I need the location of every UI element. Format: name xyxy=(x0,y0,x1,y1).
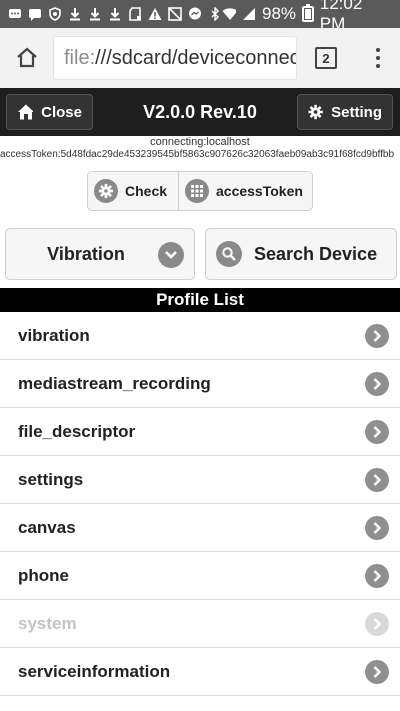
tab-switcher-button[interactable]: 2 xyxy=(296,28,356,88)
profile-list-item[interactable]: mediastream_recording xyxy=(0,360,400,408)
warning-icon xyxy=(148,7,162,21)
profile-item-label: file_descriptor xyxy=(18,421,136,441)
home-icon xyxy=(17,47,37,68)
url-scheme: file: xyxy=(64,46,96,69)
menu-dot-icon xyxy=(376,48,380,52)
search-device-label: Search Device xyxy=(254,243,378,264)
check-button[interactable]: Check xyxy=(88,172,178,210)
access-token-button[interactable]: accessToken xyxy=(178,172,312,210)
menu-dot-icon xyxy=(376,64,380,68)
profile-item-label: system xyxy=(18,613,77,633)
chevron-right-icon xyxy=(365,468,389,492)
profile-list-item[interactable]: serviceinformation xyxy=(0,648,400,696)
browser-toolbar: file:///sdcard/deviceconnect 2 xyxy=(0,28,400,89)
gear-icon xyxy=(308,104,323,120)
chevron-right-icon xyxy=(365,612,389,636)
profile-item-label: phone xyxy=(18,565,69,585)
setting-label: Setting xyxy=(331,103,382,121)
profile-list-item[interactable]: settings xyxy=(0,456,400,504)
close-label: Close xyxy=(41,103,82,121)
profile-list-item[interactable]: file_descriptor xyxy=(0,408,400,456)
url-path: ///sdcard/deviceconnect xyxy=(95,46,296,69)
access-token-label: accessToken xyxy=(216,183,303,199)
profile-select-value: Vibration xyxy=(47,243,125,264)
profile-list-item: system xyxy=(0,600,400,648)
access-token-text: accessToken:5d48fdac29de453239545bf5863c… xyxy=(0,149,395,160)
search-icon xyxy=(216,241,242,267)
menu-dot-icon xyxy=(376,56,380,60)
status-bar: 98% 12:02 PM xyxy=(0,0,400,33)
url-field[interactable]: file:///sdcard/deviceconnect xyxy=(54,37,296,79)
download-icon xyxy=(68,7,82,21)
profile-item-label: serviceinformation xyxy=(18,661,171,681)
profile-item-label: settings xyxy=(18,469,84,489)
chevron-down-icon xyxy=(158,242,184,268)
sd-card-icon xyxy=(128,7,142,21)
profile-list-header: Profile List xyxy=(0,288,400,312)
profile-list-item[interactable]: vibration xyxy=(0,312,400,360)
gear-icon xyxy=(94,179,118,203)
profile-select[interactable]: Vibration xyxy=(5,228,195,280)
download-icon xyxy=(88,7,102,21)
bluetooth-icon xyxy=(208,7,222,21)
chevron-right-icon xyxy=(365,660,389,684)
chevron-right-icon xyxy=(365,324,389,348)
home-icon xyxy=(18,104,34,120)
search-device-button[interactable]: Search Device xyxy=(205,228,397,280)
battery-percent: 98% xyxy=(262,4,297,23)
shield-icon xyxy=(48,7,62,21)
check-label: Check xyxy=(125,183,168,199)
chevron-right-icon xyxy=(365,420,389,444)
no-image-icon xyxy=(168,7,182,21)
profile-item-label: mediastream_recording xyxy=(18,373,211,393)
setting-button[interactable]: Setting xyxy=(297,94,393,130)
chevron-right-icon xyxy=(365,372,389,396)
tab-count: 2 xyxy=(315,47,337,69)
profile-item-label: vibration xyxy=(18,325,90,345)
messenger-icon xyxy=(188,7,202,21)
home-button[interactable] xyxy=(0,28,54,88)
overflow-menu-button[interactable] xyxy=(356,28,400,88)
profile-list-item[interactable]: phone xyxy=(0,552,400,600)
grid-icon xyxy=(185,179,209,203)
chat-icon xyxy=(28,7,42,21)
wifi-icon xyxy=(222,7,236,21)
download-icon xyxy=(108,7,122,21)
chevron-right-icon xyxy=(365,516,389,540)
battery-icon xyxy=(302,4,314,22)
check-token-button-group: Check accessToken xyxy=(87,171,313,211)
close-button[interactable]: Close xyxy=(6,94,93,130)
messages-icon xyxy=(8,7,22,21)
chevron-right-icon xyxy=(365,564,389,588)
profile-item-label: canvas xyxy=(18,517,76,537)
profile-list-item[interactable]: canvas xyxy=(0,504,400,552)
profile-list: vibration mediastream_recording file_descr… xyxy=(0,312,400,696)
connection-status: connecting:localhost xyxy=(150,136,250,148)
app-header: V2.0.0 Rev.10 Close Setting xyxy=(0,88,400,136)
signal-icon xyxy=(242,7,256,21)
notification-icons xyxy=(0,7,222,21)
